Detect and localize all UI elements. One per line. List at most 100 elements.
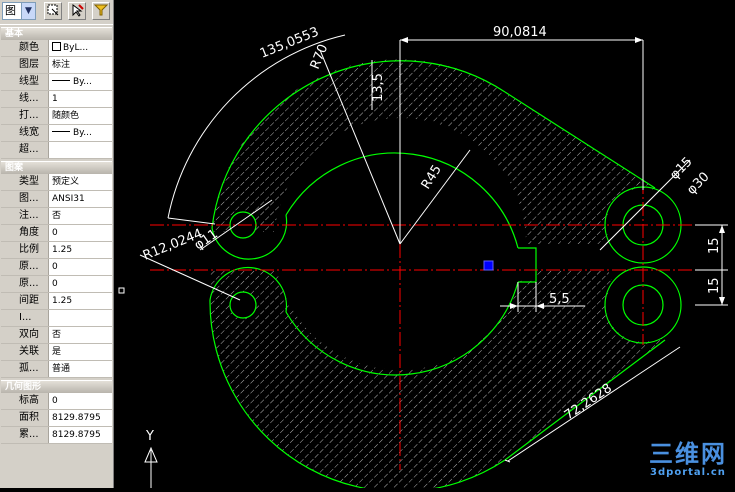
property-value[interactable]: 否 xyxy=(49,327,112,343)
property-row[interactable]: 注... 否 xyxy=(1,208,112,225)
quick-select-button[interactable] xyxy=(68,2,86,20)
property-row[interactable]: 线... 1 xyxy=(1,91,112,108)
property-row[interactable]: 线宽 By... xyxy=(1,125,112,142)
property-key: 注... xyxy=(1,208,49,224)
dim-13-5[interactable]: 13,5 xyxy=(371,73,386,102)
property-key: 超... xyxy=(1,142,49,158)
select-objects-button[interactable] xyxy=(44,2,62,20)
property-row[interactable]: 原... 0 xyxy=(1,259,112,276)
property-row[interactable]: I... xyxy=(1,310,112,327)
watermark-logo: 三维网 3dportal.cn xyxy=(649,441,727,478)
property-value-text: 否 xyxy=(52,211,62,221)
ucs-icon xyxy=(144,446,158,488)
object-type-combo[interactable]: 图 ▼ xyxy=(2,2,36,20)
linetype-sample-icon xyxy=(52,131,70,132)
property-row[interactable]: 打... 随颜色 xyxy=(1,108,112,125)
property-value-text: By... xyxy=(73,128,92,138)
property-value[interactable]: 普通 xyxy=(49,361,112,377)
quick-select-icon xyxy=(72,4,84,17)
property-key: 线宽 xyxy=(1,125,49,141)
property-row[interactable]: 间距 1.25 xyxy=(1,293,112,310)
property-value[interactable] xyxy=(49,142,112,158)
palette-splitter[interactable] xyxy=(114,0,128,488)
property-value[interactable]: 是 xyxy=(49,344,112,360)
property-value[interactable]: 随颜色 xyxy=(49,108,112,124)
property-row[interactable]: 双向否 xyxy=(1,327,112,344)
property-row[interactable]: 类型 预定义 xyxy=(1,174,112,191)
property-row[interactable]: 比例 1.25 xyxy=(1,242,112,259)
section-header[interactable]: 几何图形 xyxy=(1,380,112,393)
filter-button[interactable] xyxy=(92,2,110,20)
dim-phi30[interactable]: φ30 xyxy=(684,169,712,197)
property-row[interactable]: 线型 By... xyxy=(1,74,112,91)
property-value-text: 预定义 xyxy=(52,177,80,187)
property-key: 双向 xyxy=(1,327,49,343)
hatch-fill[interactable] xyxy=(209,59,665,488)
object-type-value: 图 xyxy=(5,4,16,17)
property-value[interactable]: ByL... xyxy=(49,40,112,56)
property-row[interactable]: 面积 8129.8795 xyxy=(1,410,112,427)
section-header[interactable]: 基本 xyxy=(1,27,112,40)
section-2: 几何图形 标高 0 面积 8129.8795 累... 8129.8795 xyxy=(0,380,113,444)
property-value[interactable]: 0 xyxy=(49,276,112,292)
property-key: 线... xyxy=(1,91,49,107)
property-value[interactable]: By... xyxy=(49,74,112,90)
property-key: 角度 xyxy=(1,225,49,241)
dim-90[interactable]: 90,0814 xyxy=(493,25,547,40)
palette-toolbar: 图 ▼ xyxy=(0,0,113,25)
property-value[interactable]: 0 xyxy=(49,393,112,409)
property-value[interactable]: 8129.8795 xyxy=(49,427,112,443)
property-key: 打... xyxy=(1,108,49,124)
property-value-text: ANSI31 xyxy=(52,194,85,204)
splitter-grip-icon[interactable] xyxy=(118,287,125,294)
property-key: 图... xyxy=(1,191,49,207)
property-value[interactable]: 1 xyxy=(49,91,112,107)
color-swatch-icon xyxy=(52,42,61,51)
dim-5-5[interactable]: 5,5 xyxy=(549,292,570,307)
property-row[interactable]: 图层 标注 xyxy=(1,57,112,74)
property-row[interactable]: 超... xyxy=(1,142,112,159)
property-value[interactable]: 0 xyxy=(49,259,112,275)
property-value[interactable]: 1.25 xyxy=(49,293,112,309)
property-row[interactable]: 图... ANSI31 xyxy=(1,191,112,208)
property-value[interactable]: 1.25 xyxy=(49,242,112,258)
dim-15-bottom[interactable]: 15 xyxy=(707,277,722,294)
property-key: I... xyxy=(1,310,49,326)
property-row[interactable]: 标高 0 xyxy=(1,393,112,410)
property-value-text: 0 xyxy=(52,262,58,272)
property-value-text: 随颜色 xyxy=(52,111,80,121)
property-value[interactable]: 标注 xyxy=(49,57,112,73)
property-value[interactable]: ANSI31 xyxy=(49,191,112,207)
section-header[interactable]: 图案 xyxy=(1,161,112,174)
drawing-canvas[interactable]: 135,0553 R70 13,5 90,0814 R45 φ15 φ30 φ1… xyxy=(128,0,735,488)
property-value-text: ByL... xyxy=(63,43,89,53)
property-value[interactable]: 8129.8795 xyxy=(49,410,112,426)
grip-handle[interactable] xyxy=(483,260,494,271)
chevron-down-icon[interactable]: ▼ xyxy=(21,3,35,19)
property-value-text: By... xyxy=(73,77,92,87)
dim-15-top[interactable]: 15 xyxy=(707,237,722,254)
property-value-text: 否 xyxy=(52,330,62,340)
property-row[interactable]: 孤... 普通 xyxy=(1,361,112,378)
property-key: 原... xyxy=(1,276,49,292)
dim-r70[interactable]: R70 xyxy=(308,42,331,71)
property-value[interactable]: 0 xyxy=(49,225,112,241)
property-key: 线型 xyxy=(1,74,49,90)
property-key: 原... xyxy=(1,259,49,275)
property-value-text: 是 xyxy=(52,347,62,357)
property-value[interactable]: 否 xyxy=(49,208,112,224)
property-value[interactable]: By... xyxy=(49,125,112,141)
property-key: 图层 xyxy=(1,57,49,73)
property-value[interactable]: 预定义 xyxy=(49,174,112,190)
property-row[interactable]: 颜色 ByL... xyxy=(1,40,112,57)
property-key: 间距 xyxy=(1,293,49,309)
property-key: 面积 xyxy=(1,410,49,426)
property-row[interactable]: 原... 0 xyxy=(1,276,112,293)
property-row[interactable]: 关联是 xyxy=(1,344,112,361)
property-value-text: 1.25 xyxy=(52,245,73,255)
property-value[interactable] xyxy=(49,310,112,326)
property-row[interactable]: 累... 8129.8795 xyxy=(1,427,112,444)
property-key: 颜色 xyxy=(1,40,49,56)
watermark-title: 三维网 xyxy=(649,440,727,468)
property-row[interactable]: 角度 0 xyxy=(1,225,112,242)
